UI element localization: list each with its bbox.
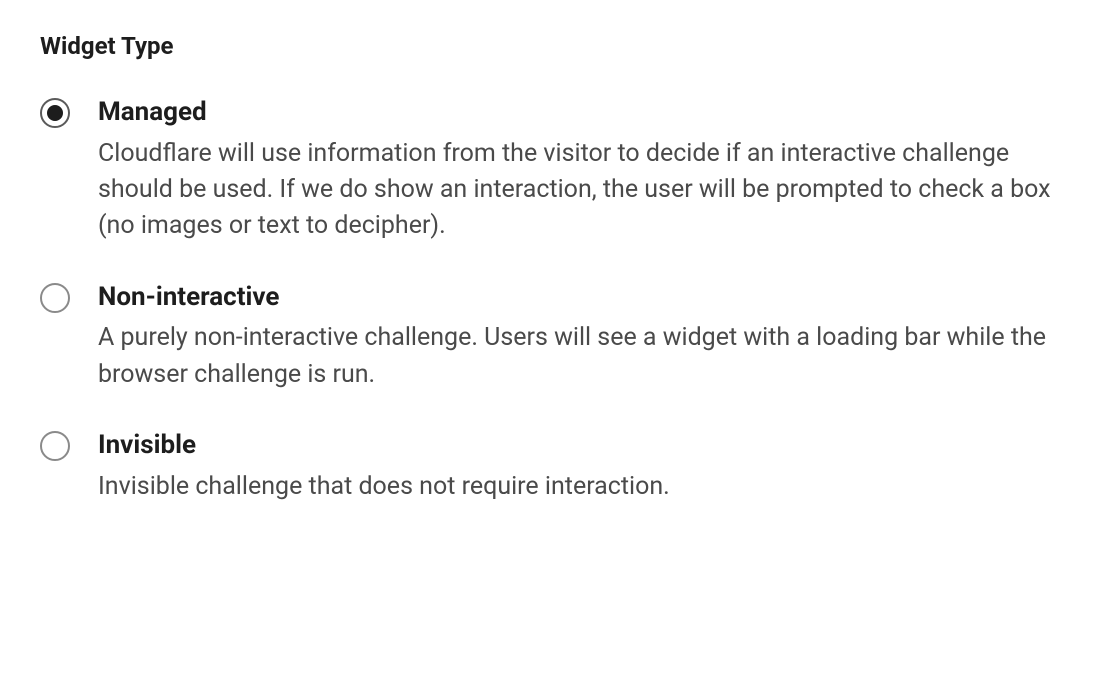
widget-type-radio-group: Managed Cloudflare will use information … bbox=[40, 96, 1076, 505]
radio-button-managed[interactable] bbox=[40, 98, 70, 128]
radio-content: Non-interactive A purely non-interactive… bbox=[98, 281, 1068, 393]
radio-content: Invisible Invisible challenge that does … bbox=[98, 429, 1068, 505]
radio-dot-icon bbox=[47, 105, 63, 121]
radio-option-non-interactive[interactable]: Non-interactive A purely non-interactive… bbox=[40, 281, 1076, 393]
section-title: Widget Type bbox=[40, 32, 1076, 60]
radio-description-invisible: Invisible challenge that does not requir… bbox=[98, 469, 1068, 505]
radio-label-managed: Managed bbox=[98, 96, 1068, 130]
radio-label-non-interactive: Non-interactive bbox=[98, 281, 1068, 315]
radio-option-managed[interactable]: Managed Cloudflare will use information … bbox=[40, 96, 1076, 245]
radio-description-non-interactive: A purely non-interactive challenge. User… bbox=[98, 320, 1068, 393]
radio-button-invisible[interactable] bbox=[40, 431, 70, 461]
radio-description-managed: Cloudflare will use information from the… bbox=[98, 136, 1068, 245]
radio-content: Managed Cloudflare will use information … bbox=[98, 96, 1068, 245]
radio-label-invisible: Invisible bbox=[98, 429, 1068, 463]
radio-option-invisible[interactable]: Invisible Invisible challenge that does … bbox=[40, 429, 1076, 505]
radio-button-non-interactive[interactable] bbox=[40, 283, 70, 313]
